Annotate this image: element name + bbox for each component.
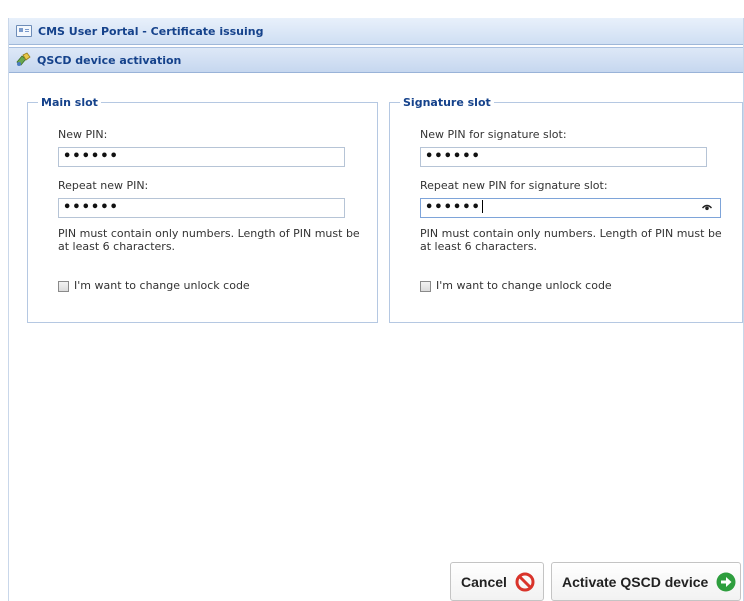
activate-qscd-button[interactable]: Activate QSCD device [551, 562, 741, 601]
activate-button-label: Activate QSCD device [562, 573, 709, 590]
sig-pin-hint: PIN must contain only numbers. Length of… [420, 227, 722, 253]
new-pin-label: New PIN: [58, 128, 108, 141]
sig-pin-hint-line1: PIN must contain only numbers. Length of… [420, 227, 722, 240]
repeat-pin-input[interactable]: •••••• [58, 198, 345, 218]
unlock-code-checkbox[interactable] [58, 281, 69, 292]
new-pin-input[interactable]: •••••• [58, 147, 345, 167]
window-icon [16, 25, 32, 37]
window: CMS User Portal - Certificate issuing QS… [8, 18, 744, 601]
sig-pin-hint-line2: at least 6 characters. [420, 240, 538, 253]
panel-title: QSCD device activation [37, 53, 182, 67]
repeat-pin-label: Repeat new PIN: [58, 179, 149, 192]
title-bar: CMS User Portal - Certificate issuing [9, 18, 743, 45]
cancel-icon [515, 572, 535, 591]
sig-repeat-pin-input[interactable]: •••••• [420, 198, 721, 218]
sig-new-pin-input[interactable]: •••••• [420, 147, 707, 167]
eye-icon[interactable] [702, 204, 712, 211]
cancel-button[interactable]: Cancel [450, 562, 544, 601]
repeat-pin-value: •••••• [63, 200, 119, 215]
cancel-button-label: Cancel [461, 573, 507, 590]
signature-slot-group: Signature slot New PIN for signature slo… [389, 96, 743, 323]
pin-hint-line2: at least 6 characters. [58, 240, 176, 253]
sig-repeat-pin-label: Repeat new PIN for signature slot: [420, 179, 608, 192]
sig-repeat-pin-value: •••••• [425, 200, 481, 215]
panel-header: QSCD device activation [9, 47, 743, 73]
new-pin-value: •••••• [63, 149, 119, 164]
text-caret [481, 200, 483, 213]
sig-new-pin-value: •••••• [425, 149, 481, 164]
sig-unlock-code-checkbox[interactable] [420, 281, 431, 292]
main-slot-legend: Main slot [41, 96, 98, 109]
main-slot-group: Main slot New PIN: •••••• Repeat new PIN… [27, 96, 378, 323]
pin-hint: PIN must contain only numbers. Length of… [58, 227, 360, 253]
unlock-code-label[interactable]: I'm want to change unlock code [74, 279, 250, 292]
signature-slot-legend: Signature slot [403, 96, 491, 109]
arrow-right-icon [716, 572, 736, 591]
window-title: CMS User Portal - Certificate issuing [38, 24, 264, 38]
device-icon [16, 52, 31, 66]
sig-unlock-code-label[interactable]: I'm want to change unlock code [436, 279, 612, 292]
sig-new-pin-label: New PIN for signature slot: [420, 128, 567, 141]
pin-hint-line1: PIN must contain only numbers. Length of… [58, 227, 360, 240]
